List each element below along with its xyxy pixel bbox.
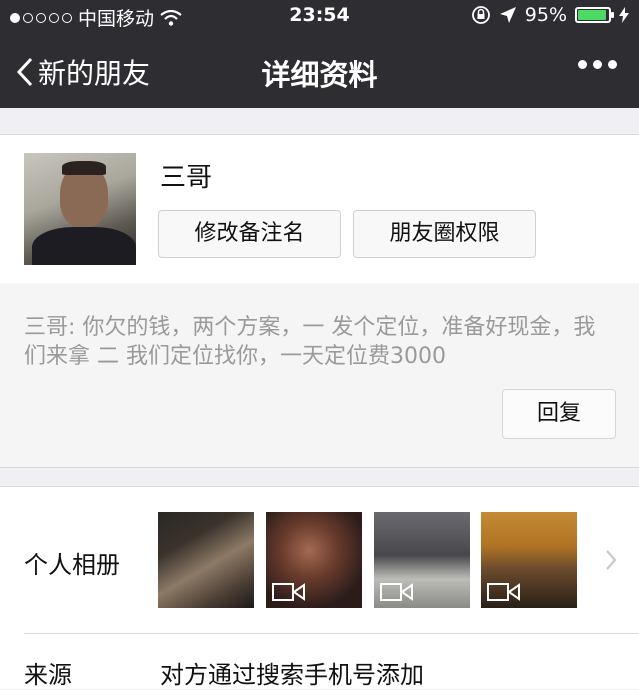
location-arrow-icon (499, 7, 516, 23)
chevron-left-icon (16, 57, 33, 87)
source-label: 来源 (24, 661, 72, 689)
video-icon (380, 583, 413, 601)
avatar[interactable] (24, 153, 136, 265)
moments-permission-button[interactable]: 朋友圈权限 (353, 210, 536, 258)
video-icon (487, 583, 520, 601)
message-text: 三哥: 你欠的钱，两个方案，一 发个定位，准备好现金，我们来拿 二 我们定位找你… (24, 315, 596, 369)
album-thumbnail (266, 512, 362, 608)
personal-album-row[interactable]: 个人相册 (0, 487, 639, 633)
nav-bar: 新的朋友 详细资料 (0, 34, 639, 108)
chevron-right-icon (606, 550, 617, 570)
album-label: 个人相册 (24, 551, 120, 579)
album-thumbnail (374, 512, 470, 608)
back-button[interactable]: 新的朋友 (16, 52, 150, 92)
reply-button[interactable]: 回复 (502, 389, 616, 439)
contact-name: 三哥 (160, 163, 213, 193)
album-thumbnail (158, 512, 254, 608)
video-icon (272, 583, 305, 601)
source-value: 对方通过搜索手机号添加 (160, 661, 424, 689)
edit-remark-button[interactable]: 修改备注名 (158, 210, 341, 258)
profile-card: 三哥 修改备注名 朋友圈权限 (0, 134, 639, 284)
charging-icon (619, 7, 629, 23)
battery-level-fill (578, 10, 607, 20)
details-card: 个人相册 来源 对方通过搜索手机号添加 (0, 486, 639, 689)
verification-message: 三哥: 你欠的钱，两个方案，一 发个定位，准备好现金，我们来拿 二 我们定位找你… (0, 283, 639, 468)
battery-percent: 95% (524, 4, 567, 26)
back-label: 新的朋友 (38, 57, 151, 90)
rotation-lock-icon (471, 6, 490, 24)
divider (24, 633, 639, 634)
battery-icon (575, 7, 614, 23)
status-right: 95% (471, 4, 629, 26)
more-dots-icon[interactable] (578, 60, 617, 69)
status-bar: 中国移动 23:54 95% (0, 0, 639, 34)
album-thumbnail (481, 512, 577, 608)
